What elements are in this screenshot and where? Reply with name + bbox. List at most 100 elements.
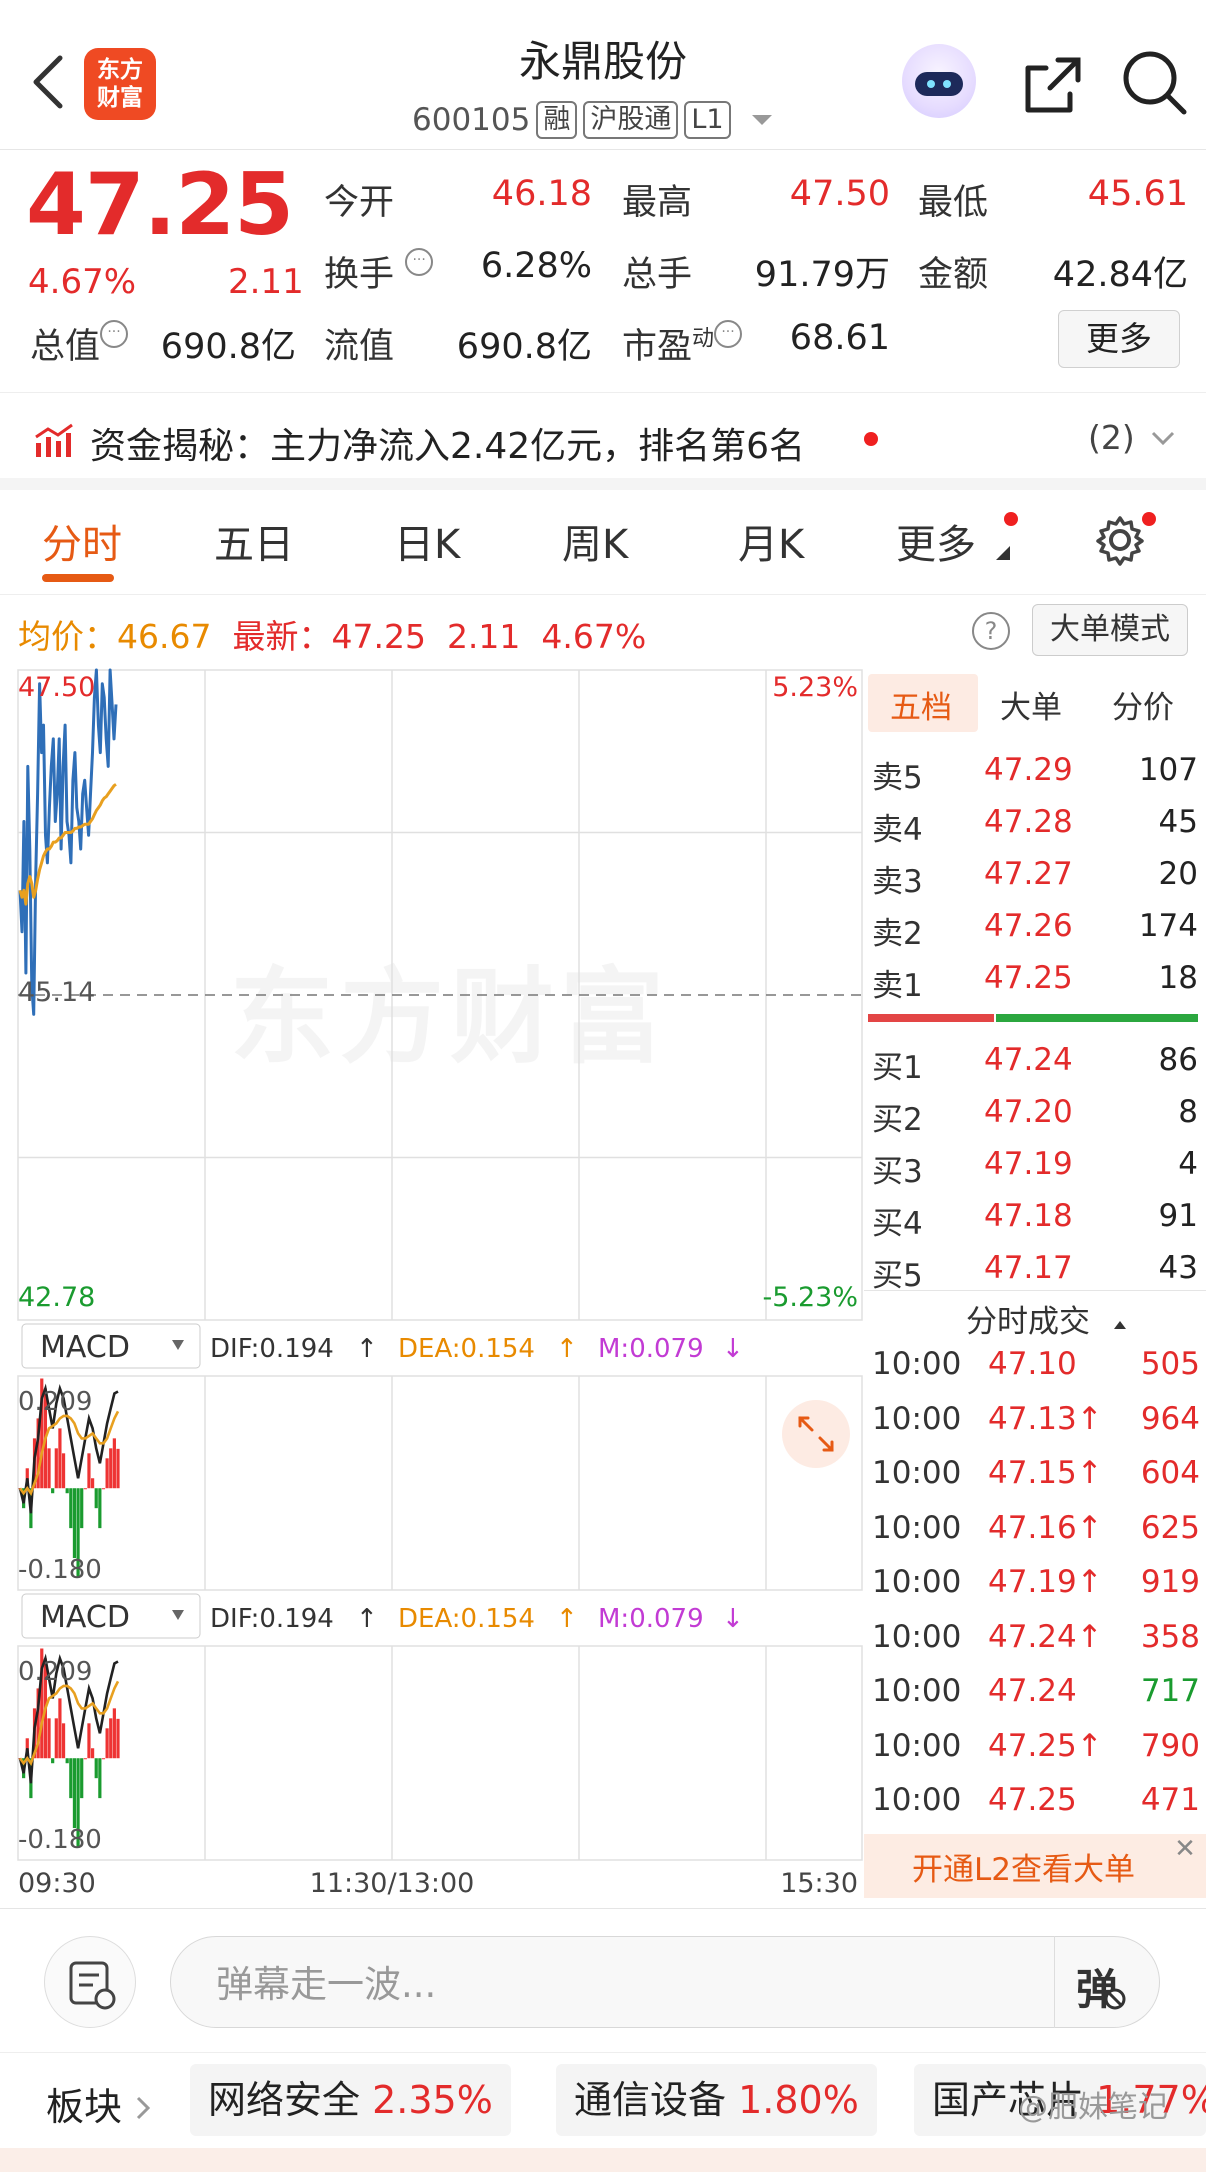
tab-more-dot — [1004, 512, 1018, 526]
active-tab-indicator — [42, 574, 114, 582]
help-icon[interactable]: ? — [972, 612, 1010, 650]
more-button[interactable]: 更多 — [1058, 310, 1180, 368]
macd-histogram-bar — [112, 1438, 116, 1489]
tick-volume: 604 — [1140, 1455, 1200, 1491]
macd-histogram-bar — [83, 1488, 87, 1490]
ask-volume: 45 — [1158, 804, 1198, 840]
subtab-price-dist[interactable]: 分价 — [1112, 682, 1174, 727]
value-amount: 42.84亿 — [1052, 255, 1188, 295]
macd-histogram-bar — [109, 1718, 113, 1759]
subtab-big-orders[interactable]: 大单 — [1000, 682, 1062, 727]
x-label-open: 09:30 — [18, 1868, 96, 1899]
sector-label[interactable]: 板块 — [46, 2076, 152, 2131]
chevron-down-icon[interactable] — [1150, 428, 1176, 448]
macd-histogram-bar — [83, 1758, 87, 1760]
dea-value: DEA:0.154 — [398, 1334, 535, 1364]
tick-price: 47.24 — [988, 1673, 1077, 1709]
macd-histogram-bar — [98, 1488, 102, 1529]
info-icon[interactable]: ··· — [714, 320, 743, 348]
bid-price: 47.24 — [984, 1042, 1073, 1078]
label-volume: 总手 — [622, 255, 693, 295]
tick-time: 10:00 — [872, 1782, 962, 1818]
tab-five-day[interactable]: 五日 — [214, 512, 294, 570]
divider — [864, 1290, 1206, 1291]
macd-histogram-bar — [51, 1758, 55, 1764]
tab-more[interactable]: 更多 — [896, 512, 976, 570]
big-order-mode-button[interactable]: 大单模式 — [1032, 604, 1188, 656]
close-icon[interactable]: ✕ — [1170, 1834, 1200, 1864]
gear-icon[interactable] — [1094, 514, 1146, 566]
sell-pressure-bar — [868, 1014, 994, 1022]
tab-weekly-k[interactable]: 周K — [562, 512, 628, 570]
sector-chip[interactable]: 通信设备 1.80% — [556, 2064, 877, 2136]
no-entry-icon — [1104, 1988, 1126, 2010]
expand-button[interactable] — [782, 1400, 850, 1468]
tab-daily-k[interactable]: 日K — [394, 512, 460, 570]
tick-row: 10:00 47.25↑ 790 — [872, 1720, 1200, 1774]
buy-pressure-bar — [996, 1014, 1198, 1022]
macd-histogram-bar — [87, 1723, 91, 1759]
bid-label: 买5 — [872, 1258, 923, 1294]
value-high: 47.50 — [789, 174, 890, 214]
tick-time: 10:00 — [872, 1509, 962, 1546]
ticks-title[interactable]: 分时成交 — [966, 1296, 1130, 1341]
ask-volume: 18 — [1158, 960, 1198, 996]
x-label-midday: 11:30/13:00 — [310, 1868, 475, 1899]
value-float-cap: 690.8亿 — [456, 327, 592, 367]
macd-histogram-bar — [61, 1723, 66, 1759]
tick-time: 10:00 — [872, 1346, 962, 1382]
dif-value: DIF:0.194 — [210, 1604, 334, 1634]
up-arrow-icon: ↑ — [356, 1334, 378, 1364]
macd-histogram-bar — [51, 1488, 55, 1494]
fund-chart-icon — [35, 423, 73, 457]
tag-connect: 沪股通 — [583, 101, 679, 139]
label-pe: 市盈动 ··· — [622, 318, 743, 369]
divider — [0, 1908, 1206, 1909]
macd-histogram-bar — [94, 1758, 98, 1779]
label-low: 最低 — [918, 183, 989, 223]
bid-row: 买4 47.18 91 — [870, 1190, 1198, 1242]
danmu-send-button[interactable]: 弹 — [1076, 1956, 1126, 2017]
tick-volume: 625 — [1140, 1509, 1200, 1546]
value-volume: 91.79万 — [754, 255, 890, 295]
price-line — [18, 668, 118, 1016]
macd-histogram-bar — [116, 1718, 120, 1759]
subtab-order-book[interactable]: 五档 — [890, 682, 952, 727]
bid-row: 买3 47.19 4 — [870, 1138, 1198, 1190]
search-icon[interactable] — [1118, 46, 1190, 118]
dropdown-caret-icon[interactable] — [749, 110, 775, 130]
y-bottom-label: 42.78 — [18, 1282, 95, 1313]
y-mid-label: 45.14 — [18, 977, 95, 1008]
macd-histogram-bar — [90, 1748, 95, 1759]
tab-intraday[interactable]: 分时 — [42, 512, 122, 570]
intraday-chart[interactable]: 47.50 45.14 42.78 5.23% -5.23% MACD DIF:… — [0, 660, 864, 1910]
macd-histogram-bar — [47, 1718, 51, 1759]
ask-row: 卖1 47.25 18 — [870, 952, 1198, 1004]
macd-histogram-bar — [65, 1758, 69, 1764]
note-button[interactable] — [44, 1936, 136, 2028]
change-amount: 2.11 — [228, 262, 304, 302]
fund-flow-bar[interactable]: 资金揭秘：主力净流入2.42亿元，排名第6名 — [0, 392, 1206, 490]
tick-price: 47.24↑ — [988, 1618, 1103, 1655]
ask-row: 卖3 47.27 20 — [870, 848, 1198, 900]
macd-histogram-bar — [54, 1448, 58, 1489]
dea-value: DEA:0.154 — [398, 1604, 535, 1634]
down-arrow-icon: ↓ — [722, 1334, 744, 1364]
tick-row: 10:00 47.19↑ 919 — [872, 1556, 1200, 1610]
share-icon[interactable] — [1018, 50, 1088, 120]
sector-chip[interactable]: 网络安全 2.35% — [190, 2064, 511, 2136]
stock-code-row[interactable]: 600105 融 沪股通 L1 — [412, 98, 775, 142]
label-float-cap: 流值 — [324, 327, 395, 367]
ask-label: 卖4 — [872, 812, 923, 848]
info-icon[interactable]: ··· — [100, 320, 129, 348]
ask-volume: 20 — [1158, 856, 1198, 892]
bid-price: 47.18 — [984, 1198, 1073, 1234]
tick-volume: 358 — [1140, 1618, 1200, 1655]
macd-panel-1 — [17, 1375, 863, 1591]
info-icon[interactable]: ··· — [405, 248, 434, 276]
tab-monthly-k[interactable]: 月K — [738, 512, 804, 570]
chart-grid — [17, 669, 863, 1321]
macd-histogram-bar — [101, 1758, 106, 1760]
bid-row: 买2 47.20 8 — [870, 1086, 1198, 1138]
tick-volume: 717 — [1140, 1673, 1200, 1709]
